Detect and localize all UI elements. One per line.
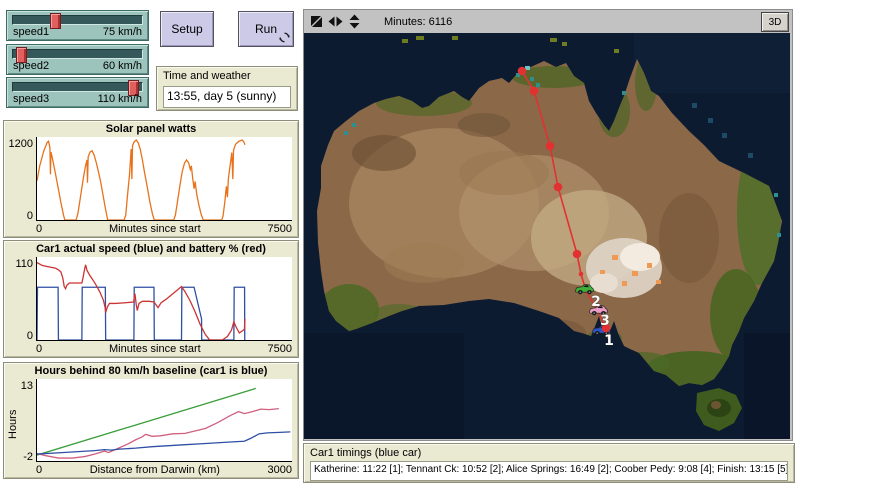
- y-axis-label: Hours: [7, 410, 19, 439]
- australia-map-canvas: 2 3 1: [304, 33, 790, 439]
- series-watts: [37, 140, 245, 220]
- speed2-slider-track[interactable]: [12, 49, 143, 59]
- view-header: Minutes: 6116 3D: [304, 10, 792, 33]
- car1-timings-value: Katherine: 11:22 [1]; Tennant Ck: 10:52 …: [310, 461, 788, 481]
- car1-timings-monitor: Car1 timings (blue car) Katherine: 11:22…: [303, 443, 795, 483]
- car-2-label: 2: [591, 294, 601, 310]
- speed1-slider-track[interactable]: [12, 15, 143, 25]
- waypoint-dot: [518, 67, 527, 76]
- world-view: Minutes: 6116 3D: [303, 9, 793, 441]
- x-tick-max: 3000: [268, 464, 292, 477]
- speed3-slider-value: 110 km/h: [98, 93, 142, 105]
- view-3d-button[interactable]: 3D: [761, 12, 789, 32]
- hours-behind-plot: Hours behind 80 km/h baseline (car1 is b…: [3, 362, 299, 479]
- speed2-slider-value: 60 km/h: [103, 60, 142, 72]
- car-1-label: 1: [604, 333, 614, 349]
- hours-behind-plot-title: Hours behind 80 km/h baseline (car1 is b…: [4, 365, 298, 377]
- forever-icon: [279, 32, 290, 43]
- solar-watts-plot-area: [36, 137, 292, 221]
- speed3-slider[interactable]: speed3 110 km/h: [6, 77, 149, 108]
- car1-timings-label: Car1 timings (blue car): [310, 447, 788, 459]
- waypoint-dot: [554, 183, 563, 192]
- run-button[interactable]: Run: [238, 11, 294, 47]
- view-3d-label: 3D: [769, 17, 782, 28]
- time-weather-value: 13:55, day 5 (sunny): [163, 86, 291, 108]
- speed-battery-plot: Car1 actual speed (blue) and battery % (…: [3, 240, 299, 358]
- hours-behind-plot-area: [36, 379, 292, 462]
- x-tick-max: 7500: [268, 223, 292, 236]
- y-tick-min: 0: [6, 210, 33, 222]
- pan-horizontal-icon[interactable]: [328, 15, 343, 28]
- y-tick-max: 110: [6, 258, 33, 270]
- speed-battery-plot-area: [36, 257, 292, 341]
- y-tick-min: -2: [14, 451, 33, 463]
- x-tick-max: 7500: [268, 343, 292, 356]
- x-axis-label: Minutes since start: [109, 223, 201, 236]
- x-tick-min: 0: [36, 223, 42, 236]
- y-tick-max: 1200: [6, 138, 33, 150]
- y-tick-min: 0: [6, 330, 33, 342]
- series-battery-red: [37, 263, 245, 340]
- time-weather-monitor: Time and weather 13:55, day 5 (sunny): [156, 66, 298, 111]
- speed2-slider[interactable]: speed2 60 km/h: [6, 44, 149, 75]
- speed2-slider-label: speed2: [13, 60, 49, 72]
- solar-car-simulation-app: { "sliders": [ {"label": "speed1", "valu…: [0, 0, 869, 493]
- series-pink: [37, 409, 279, 458]
- setup-button[interactable]: Setup: [160, 11, 214, 47]
- run-button-label: Run: [255, 22, 277, 36]
- speed1-slider-value: 75 km/h: [103, 26, 142, 38]
- solar-watts-plot-title: Solar panel watts: [4, 123, 298, 135]
- x-axis-label: Minutes since start: [109, 343, 201, 356]
- series-green: [37, 388, 256, 455]
- solar-watts-plot: Solar panel watts 1200 0 0 Minutes since…: [3, 120, 299, 238]
- view-resize-icon[interactable]: [310, 15, 323, 28]
- speed3-slider-label: speed3: [13, 93, 49, 105]
- waypoint-dot: [530, 87, 539, 96]
- x-tick-min: 0: [36, 464, 42, 477]
- x-axis-label: Distance from Darwin (km): [90, 464, 220, 477]
- car-3-label: 3: [600, 313, 610, 329]
- waypoint-dot: [573, 250, 582, 259]
- setup-button-label: Setup: [171, 22, 202, 36]
- waypoint-dot: [546, 142, 555, 151]
- speed3-slider-track[interactable]: [12, 82, 143, 92]
- time-weather-label: Time and weather: [163, 70, 291, 82]
- ticks-counter: Minutes: 6116: [384, 16, 452, 28]
- x-tick-min: 0: [36, 343, 42, 356]
- waypoint-dot: [579, 272, 584, 277]
- speed-battery-plot-title: Car1 actual speed (blue) and battery % (…: [4, 243, 298, 255]
- pan-vertical-icon[interactable]: [348, 14, 361, 29]
- series-speed-blue: [37, 287, 245, 340]
- speed1-slider[interactable]: speed1 75 km/h: [6, 10, 149, 41]
- speed1-slider-label: speed1: [13, 26, 49, 38]
- y-tick-max: 13: [14, 380, 33, 392]
